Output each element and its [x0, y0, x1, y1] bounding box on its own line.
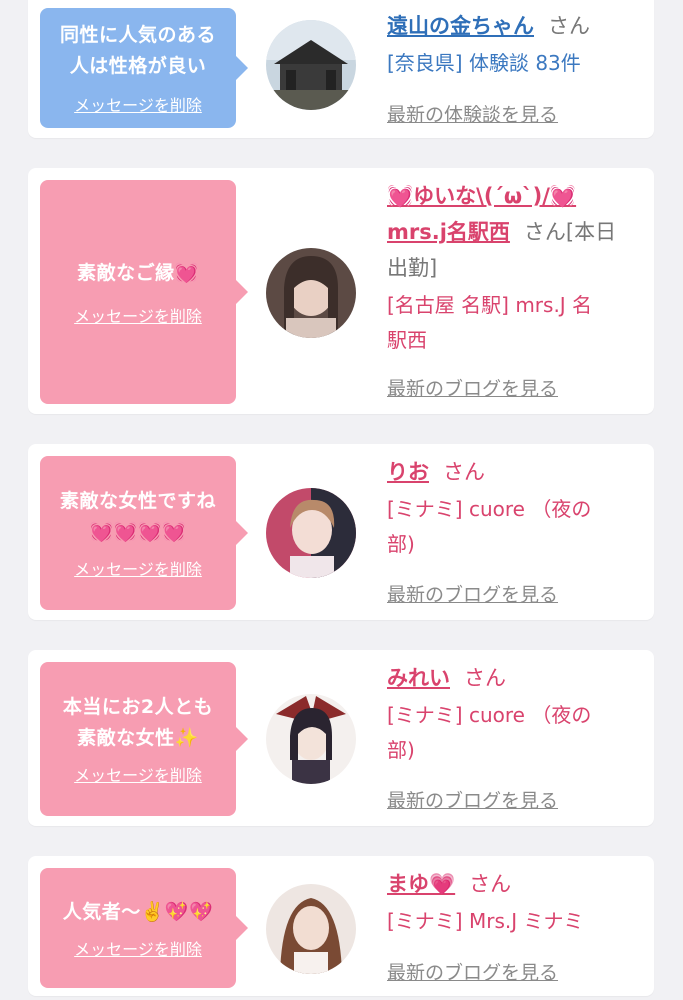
honorific: さん: [548, 14, 590, 38]
latest-blog-link[interactable]: 最新のブログを見る: [387, 958, 558, 985]
review-card: 本当にお2人とも 素敵な女性✨ メッセージを削除 みれい さん [ミナミ] cuo…: [28, 650, 654, 826]
profile-info: 遠山の金ちゃん さん [奈良県] 体験談 83件: [387, 8, 647, 81]
honorific: さん: [469, 872, 512, 896]
area-info-continued: 駅西: [387, 328, 427, 352]
profile-info: まゆ💗 さん [ミナミ] Mrs.J ミナミ: [387, 866, 647, 939]
review-card: 同性に人気のある 人は性格が良い メッセージを削除 遠山の金ちゃん さん [奈良県…: [28, 0, 654, 138]
honorific: さん: [443, 460, 485, 484]
honorific-continued: 出勤]: [387, 256, 438, 280]
area-info: [奈良県] 体験談 83件: [387, 51, 581, 75]
honorific: さん[本日: [523, 220, 617, 244]
profile-name-link[interactable]: まゆ💗: [387, 872, 455, 896]
avatar[interactable]: [266, 694, 356, 784]
message-bubble: 素敵なご縁💓 メッセージを削除: [40, 180, 248, 404]
latest-reviews-link[interactable]: 最新の体験談を見る: [387, 100, 558, 127]
delete-message-link[interactable]: メッセージを削除: [74, 762, 202, 786]
message-bubble: 同性に人気のある 人は性格が良い メッセージを削除: [40, 8, 248, 128]
avatar[interactable]: [266, 884, 356, 974]
area-info: [ミナミ] cuore （夜の: [387, 497, 592, 521]
review-card: 人気者〜✌️💖💖 メッセージを削除 まゆ💗 さん [ミナミ] Mrs.J ミナミ …: [28, 856, 654, 996]
area-info: [名古屋 名駅] mrs.J 名: [387, 293, 593, 317]
message-line: 💓💓💓💓: [89, 521, 187, 543]
message-line: 人気者〜✌️💖💖: [62, 900, 214, 923]
honorific: さん: [464, 666, 506, 690]
profile-name-link[interactable]: りお: [387, 460, 429, 484]
message-line: 素敵な女性ですね: [59, 490, 216, 512]
temple-photo-icon: [266, 20, 356, 110]
review-card: 素敵な女性ですね 💓💓💓💓 メッセージを削除 りお さん [ミナミ] cuore …: [28, 444, 654, 620]
profile-info: 💓ゆいな\(´ω`)/💓 mrs.j名駅西 さん[本日 出勤] [名古屋 名駅] …: [387, 178, 647, 358]
area-info-continued: 部): [387, 532, 415, 556]
message-line: 同性に人気のある: [59, 24, 216, 46]
profile-info: みれい さん [ミナミ] cuore （夜の 部): [387, 660, 647, 768]
delete-message-link[interactable]: メッセージを削除: [74, 92, 202, 116]
delete-message-link[interactable]: メッセージを削除: [74, 556, 202, 580]
delete-message-link[interactable]: メッセージを削除: [74, 303, 202, 327]
message-line: 本当にお2人とも: [62, 696, 214, 718]
latest-blog-link[interactable]: 最新のブログを見る: [387, 786, 558, 813]
message-line: 人は性格が良い: [69, 55, 207, 77]
message-bubble: 素敵な女性ですね 💓💓💓💓 メッセージを削除: [40, 456, 248, 610]
anime-character-icon: [266, 694, 356, 784]
message-bubble: 本当にお2人とも 素敵な女性✨ メッセージを削除: [40, 662, 248, 816]
avatar[interactable]: [266, 248, 356, 338]
woman-portrait-icon: [266, 248, 356, 338]
avatar[interactable]: [266, 20, 356, 110]
profile-name-link[interactable]: 💓ゆいな\(´ω`)/💓: [387, 184, 576, 208]
area-info: [ミナミ] cuore （夜の: [387, 703, 592, 727]
woman-portrait-icon: [266, 488, 356, 578]
message-line: 素敵なご縁💓: [77, 261, 199, 284]
message-line: 素敵な女性✨: [77, 727, 199, 749]
avatar[interactable]: [266, 488, 356, 578]
area-info-continued: 部): [387, 738, 415, 762]
message-bubble: 人気者〜✌️💖💖 メッセージを削除: [40, 868, 248, 988]
latest-blog-link[interactable]: 最新のブログを見る: [387, 374, 558, 401]
profile-name-link-continued[interactable]: mrs.j名駅西: [387, 220, 510, 244]
profile-name-link[interactable]: 遠山の金ちゃん: [387, 14, 534, 38]
delete-message-link[interactable]: メッセージを削除: [74, 936, 202, 960]
review-card: 素敵なご縁💓 メッセージを削除 💓ゆいな\(´ω`)/💓 mrs.j名駅西 さん[…: [28, 168, 654, 414]
woman-portrait-icon: [266, 884, 356, 974]
latest-blog-link[interactable]: 最新のブログを見る: [387, 580, 558, 607]
area-info: [ミナミ] Mrs.J ミナミ: [387, 909, 584, 933]
profile-info: りお さん [ミナミ] cuore （夜の 部): [387, 454, 647, 562]
profile-name-link[interactable]: みれい: [387, 666, 450, 690]
